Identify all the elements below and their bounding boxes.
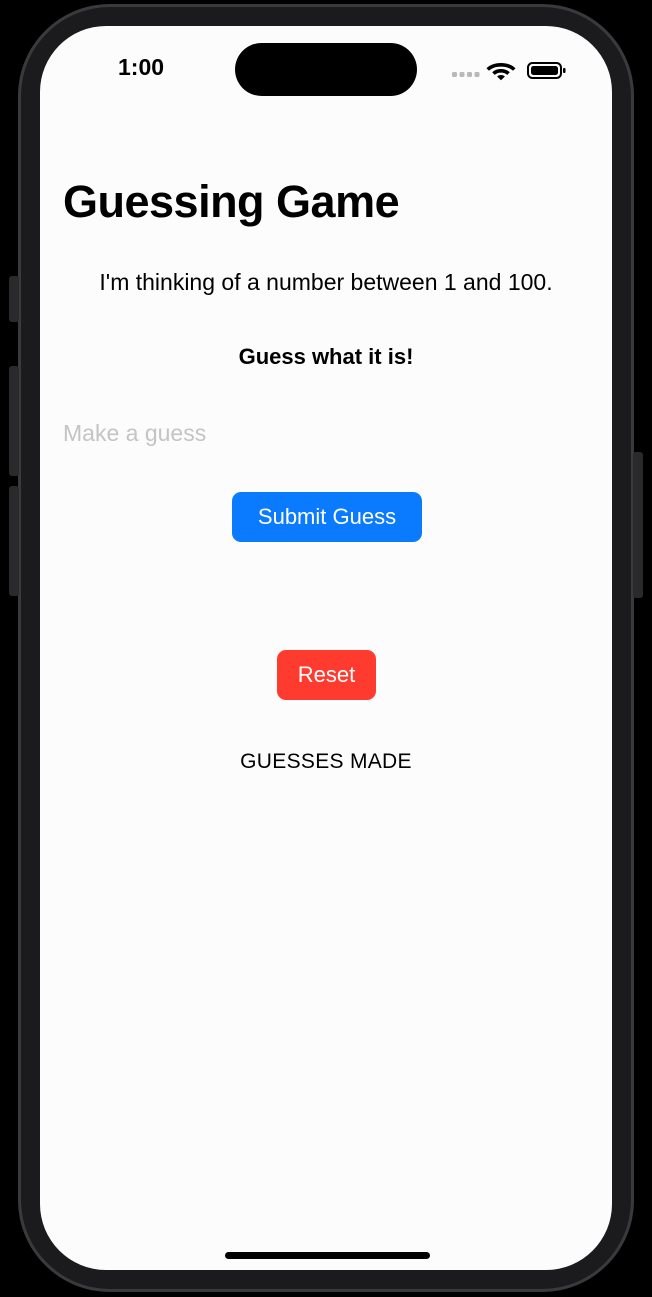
cellular-signal-icon [452, 72, 480, 77]
guesses-made-header: GUESSES MADE [240, 750, 412, 773]
submit-guess-button[interactable]: Submit Guess [232, 492, 422, 542]
volume-up-button [9, 366, 19, 476]
guess-input[interactable] [63, 416, 583, 450]
app-screen: 1:00 Guessing Game I'm thinking of a num… [40, 26, 612, 1270]
battery-icon [527, 62, 566, 79]
submit-guess-label: Submit Guess [257, 504, 397, 529]
reset-button[interactable]: Reset [277, 650, 376, 700]
dynamic-island [235, 43, 417, 96]
guess-prompt: Guess what it is! [238, 344, 414, 369]
page-title: Guessing Game [63, 176, 400, 227]
home-indicator[interactable] [225, 1252, 430, 1259]
reset-label: Reset [297, 662, 356, 687]
power-button [633, 452, 643, 598]
status-icons-svg [452, 62, 566, 81]
volume-down-button [9, 486, 19, 596]
status-icons [450, 58, 570, 82]
wifi-icon [486, 63, 516, 81]
intro-text: I'm thinking of a number between 1 and 1… [99, 269, 553, 295]
silent-switch [9, 276, 19, 322]
status-time: 1:00 [118, 54, 165, 80]
